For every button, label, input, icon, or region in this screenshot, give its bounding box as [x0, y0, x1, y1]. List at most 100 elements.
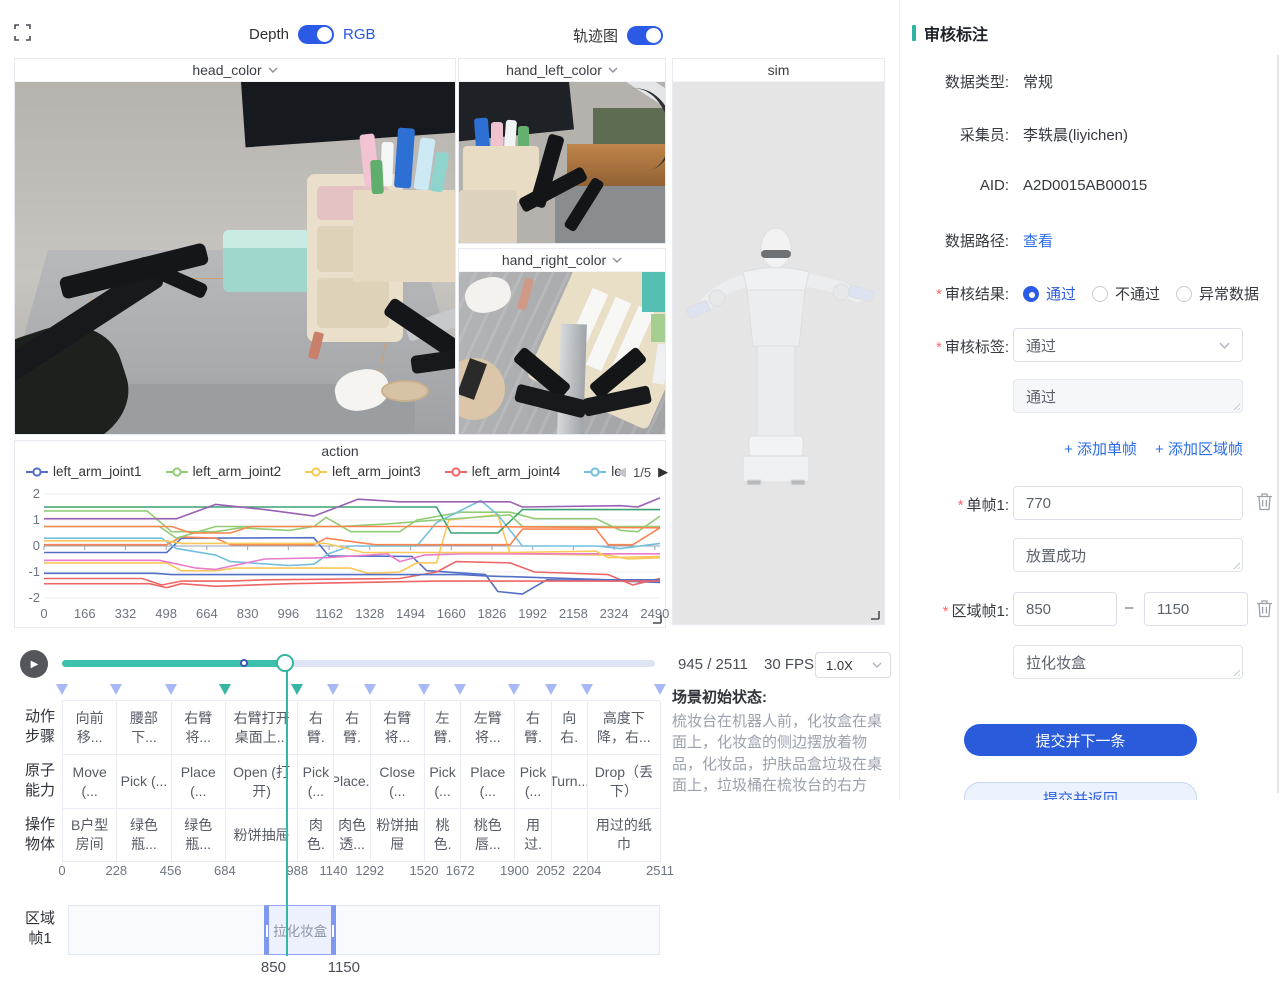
- playback-slider-handle[interactable]: [276, 654, 294, 672]
- rgb-label: RGB: [343, 26, 376, 43]
- step-boundary-marker[interactable]: [581, 684, 593, 695]
- speed-select[interactable]: 1.0X: [815, 652, 891, 678]
- object-cell: 桃色.: [425, 809, 461, 862]
- review-panel-title: 审核标注: [912, 21, 988, 45]
- step-boundary-marker[interactable]: [291, 684, 303, 695]
- region-segment[interactable]: 拉化妆盒: [264, 905, 335, 955]
- step-boundary-marker[interactable]: [327, 684, 339, 695]
- depth-rgb-toggle[interactable]: [298, 25, 334, 44]
- step-boundary-marker[interactable]: [110, 684, 122, 695]
- region-handle-left[interactable]: [264, 906, 269, 954]
- scrollbar[interactable]: [1277, 55, 1279, 793]
- x-axis-tick: 332: [115, 606, 137, 621]
- region-start-input[interactable]: 850: [1013, 592, 1117, 626]
- region-end-input[interactable]: 1150: [1144, 592, 1248, 626]
- step-boundary-marker[interactable]: [654, 684, 666, 695]
- x-axis-tick: 0: [40, 606, 47, 621]
- legend-item[interactable]: left_arm_joint1: [26, 464, 142, 479]
- x-axis-tick: 664: [196, 606, 218, 621]
- add-single-frame-button[interactable]: + 添加单帧: [1064, 438, 1137, 459]
- data-path-view-link[interactable]: 查看: [1023, 230, 1053, 251]
- ability-cell: Pick (...: [298, 755, 334, 809]
- legend-prev-icon[interactable]: ◀: [616, 464, 626, 480]
- legend-next-icon[interactable]: ▶: [658, 464, 668, 480]
- ability-cell: Place..: [334, 755, 370, 809]
- toggle-knob: [317, 27, 332, 42]
- axis-tick-label: 228: [105, 863, 127, 878]
- region-track-bar[interactable]: [68, 905, 660, 955]
- object-cell: 肉色.: [298, 809, 334, 862]
- review-tag-select[interactable]: 通过: [1013, 328, 1243, 362]
- radio-option-异常数据[interactable]: 异常数据: [1176, 283, 1259, 304]
- camera-panel-hand-right: hand_right_color: [458, 248, 666, 435]
- aid-label: AID:: [908, 177, 1009, 194]
- legend-item[interactable]: left_arm_joint2: [166, 464, 282, 479]
- legend-item[interactable]: left_arm_joint4: [445, 464, 561, 479]
- step-boundary-marker[interactable]: [219, 684, 231, 695]
- required-star: *: [958, 497, 964, 514]
- x-axis-tick: 996: [277, 606, 299, 621]
- sim-panel: sim: [672, 58, 885, 625]
- region-frame-note-text: 拉化妆盒: [1026, 652, 1086, 673]
- legend-item[interactable]: left_arm_joint3: [305, 464, 421, 479]
- fullscreen-icon[interactable]: [14, 24, 31, 41]
- step-boundary-marker[interactable]: [364, 684, 376, 695]
- y-axis-tick: 1: [14, 512, 40, 527]
- step-boundary-marker[interactable]: [545, 684, 557, 695]
- resize-corner-icon[interactable]: [652, 614, 662, 624]
- sim-title: sim: [768, 62, 790, 78]
- x-axis-tick: 1328: [355, 606, 384, 621]
- review-result-label: *审核结果:: [908, 283, 1009, 304]
- add-region-frame-button[interactable]: + 添加区域帧: [1155, 438, 1243, 459]
- textarea-resize-handle[interactable]: [1231, 667, 1240, 676]
- review-panel: 审核标注 数据类型: 常规 采集员: 李轶晨(liyichen) AID: A2…: [899, 0, 1280, 800]
- ability-cell: Pick (...: [117, 755, 171, 809]
- step-boundary-marker[interactable]: [418, 684, 430, 695]
- camera-header-hand-right[interactable]: hand_right_color: [459, 249, 665, 272]
- chart-title: action: [14, 443, 666, 459]
- play-button[interactable]: ▶: [20, 650, 48, 678]
- playback-slider-fill: [62, 660, 285, 667]
- ability-cell: Close (...: [371, 755, 425, 809]
- resize-corner-icon[interactable]: [870, 610, 880, 620]
- step-cell: 右臂.: [334, 701, 370, 755]
- x-axis-tick: 830: [237, 606, 259, 621]
- submit-next-button[interactable]: 提交并下一条: [964, 724, 1197, 756]
- step-boundary-marker[interactable]: [165, 684, 177, 695]
- radio-option-通过[interactable]: 通过: [1023, 283, 1076, 304]
- annotation-review-app: Depth RGB 轨迹图 head_color: [0, 0, 1280, 987]
- x-axis-tick: 1660: [437, 606, 466, 621]
- y-axis-tick: 2: [14, 486, 40, 501]
- range-dash: –: [1125, 599, 1133, 616]
- trajectory-toggle[interactable]: [627, 26, 663, 45]
- camera-header-head[interactable]: head_color: [15, 59, 455, 82]
- axis-tick-label: 0: [58, 863, 65, 878]
- textarea-resize-handle[interactable]: [1231, 401, 1240, 410]
- object-cell: 桃色唇...: [461, 809, 515, 862]
- step-cell: 向右.: [552, 701, 588, 755]
- review-tag-note[interactable]: 通过: [1013, 379, 1243, 413]
- trajectory-toggle-group: 轨迹图: [573, 25, 663, 46]
- region-frame-note[interactable]: 拉化妆盒: [1013, 645, 1243, 679]
- step-boundary-marker[interactable]: [56, 684, 68, 695]
- single-frame-input[interactable]: 770: [1013, 486, 1243, 520]
- axis-tick-label: 684: [214, 863, 236, 878]
- radio-option-不通过[interactable]: 不通过: [1092, 283, 1160, 304]
- camera-header-hand-left[interactable]: hand_left_color: [459, 59, 665, 82]
- compact-art: [381, 380, 429, 402]
- camera-image-head: [15, 82, 455, 434]
- required-star: *: [936, 286, 942, 303]
- step-boundary-marker[interactable]: [454, 684, 466, 695]
- chevron-down-icon: [612, 257, 622, 263]
- single-frame-note[interactable]: 放置成功: [1013, 538, 1243, 572]
- submit-return-button[interactable]: 提交并返回: [964, 782, 1197, 800]
- axis-tick-label: 1292: [355, 863, 384, 878]
- textarea-resize-handle[interactable]: [1231, 560, 1240, 569]
- step-cell: 右臂将...: [371, 701, 425, 755]
- single-frame-dot-marker[interactable]: [240, 659, 248, 667]
- delete-single-frame-icon[interactable]: [1256, 492, 1273, 511]
- region-handle-right[interactable]: [331, 906, 336, 954]
- delete-region-frame-icon[interactable]: [1256, 599, 1273, 618]
- step-boundary-marker[interactable]: [508, 684, 520, 695]
- ability-cell: Move (...: [63, 755, 117, 809]
